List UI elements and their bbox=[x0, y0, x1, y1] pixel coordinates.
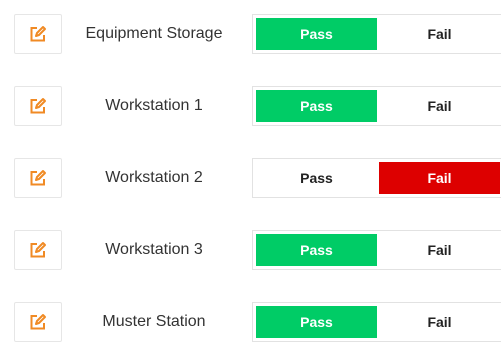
edit-button[interactable] bbox=[14, 230, 62, 270]
row-label: Workstation 2 bbox=[105, 169, 203, 186]
row-label: Workstation 3 bbox=[105, 241, 203, 258]
edit-icon bbox=[29, 25, 47, 43]
checklist-row-workstation-3: Workstation 3 Pass Fail bbox=[0, 224, 501, 276]
pass-fail-toggle: Pass Fail bbox=[252, 230, 501, 270]
fail-option[interactable]: Fail bbox=[379, 162, 500, 194]
fail-option[interactable]: Fail bbox=[379, 306, 500, 338]
pass-option[interactable]: Pass bbox=[256, 306, 377, 338]
pass-option[interactable]: Pass bbox=[256, 162, 377, 194]
edit-button[interactable] bbox=[14, 302, 62, 342]
row-label: Workstation 1 bbox=[105, 97, 203, 114]
fail-option[interactable]: Fail bbox=[379, 18, 500, 50]
checklist-row-equipment-storage: Equipment Storage Pass Fail bbox=[0, 8, 501, 60]
pass-fail-toggle: Pass Fail bbox=[252, 158, 501, 198]
pass-fail-toggle: Pass Fail bbox=[252, 14, 501, 54]
checklist-row-workstation-2: Workstation 2 Pass Fail bbox=[0, 152, 501, 204]
checklist-row-workstation-1: Workstation 1 Pass Fail bbox=[0, 80, 501, 132]
pass-option[interactable]: Pass bbox=[256, 90, 377, 122]
edit-button[interactable] bbox=[14, 14, 62, 54]
row-label: Equipment Storage bbox=[85, 25, 223, 42]
fail-option[interactable]: Fail bbox=[379, 234, 500, 266]
pass-fail-toggle: Pass Fail bbox=[252, 302, 501, 342]
edit-button[interactable] bbox=[14, 158, 62, 198]
edit-icon bbox=[29, 313, 47, 331]
inspection-checklist: Equipment Storage Pass Fail Workstation … bbox=[0, 0, 501, 344]
edit-icon bbox=[29, 97, 47, 115]
checklist-row-muster-station: Muster Station Pass Fail bbox=[0, 296, 501, 344]
row-label: Muster Station bbox=[102, 313, 206, 330]
fail-option[interactable]: Fail bbox=[379, 90, 500, 122]
pass-option[interactable]: Pass bbox=[256, 18, 377, 50]
pass-fail-toggle: Pass Fail bbox=[252, 86, 501, 126]
edit-icon bbox=[29, 241, 47, 259]
edit-button[interactable] bbox=[14, 86, 62, 126]
pass-option[interactable]: Pass bbox=[256, 234, 377, 266]
edit-icon bbox=[29, 169, 47, 187]
